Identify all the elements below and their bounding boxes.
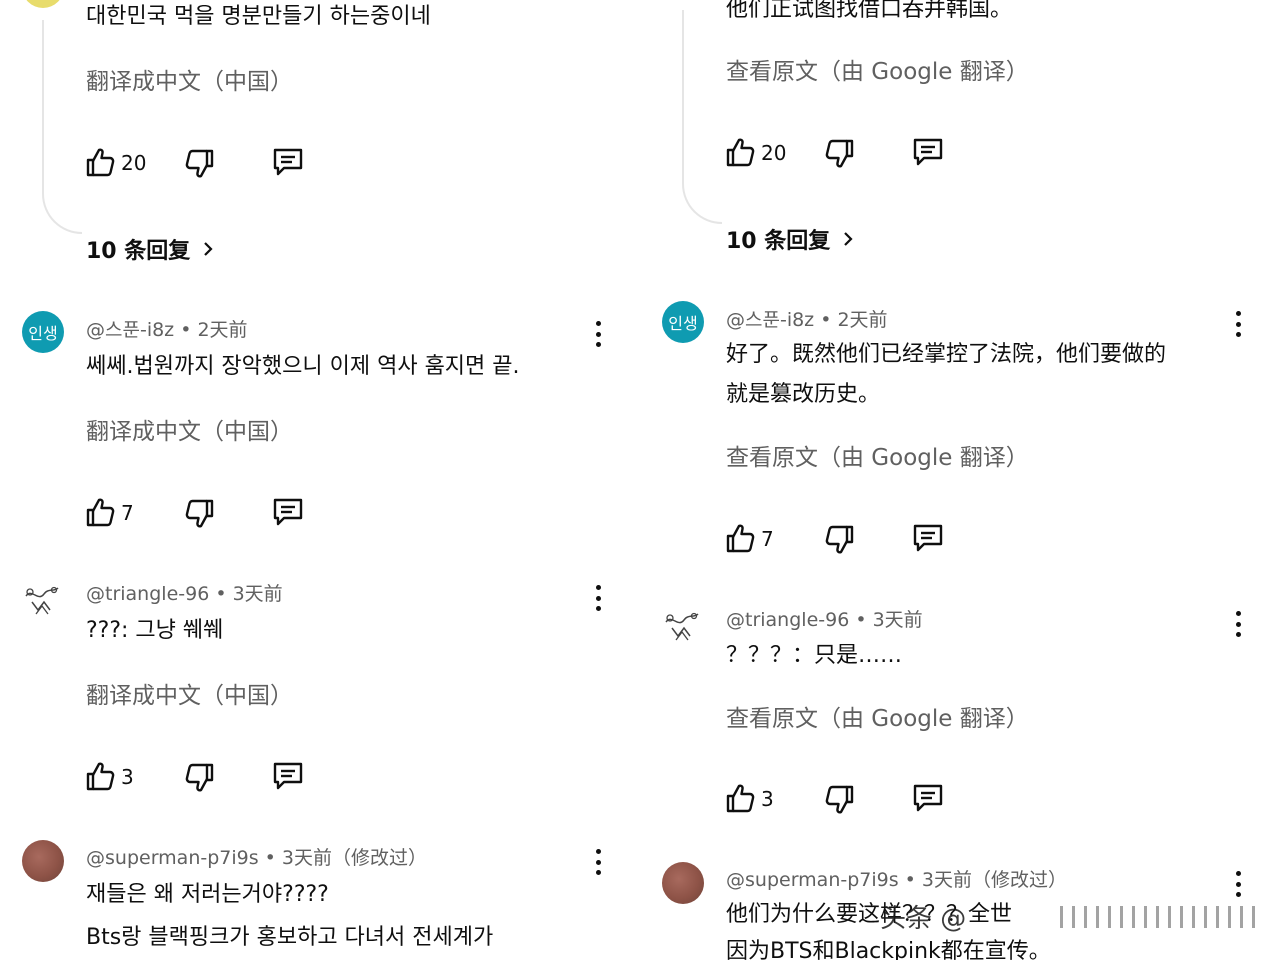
avatar-label: 인생 — [28, 324, 58, 343]
comment-text: 他们正试图找借口吞并韩国。 — [726, 0, 1013, 22]
more-options-icon[interactable] — [1234, 311, 1242, 337]
avatar-label: 인생 — [668, 314, 698, 333]
replies-label: 10 条回复 — [86, 239, 191, 264]
comment-text: 他们为什么要这样？？？全世 — [726, 902, 1013, 927]
reply-icon[interactable] — [912, 782, 944, 814]
avatar[interactable] — [662, 862, 704, 904]
view-replies-button[interactable]: 10 条回复 — [86, 233, 216, 265]
more-options-icon[interactable] — [594, 321, 602, 347]
dislike-icon[interactable] — [184, 762, 216, 794]
view-replies-button[interactable]: 10 条回复 — [726, 223, 856, 255]
comment-author-meta[interactable]: @triangle-96 • 3天前 — [86, 579, 283, 606]
like-icon[interactable] — [724, 782, 756, 814]
dislike-icon[interactable] — [824, 138, 856, 170]
avatar[interactable] — [660, 602, 704, 646]
right-comment-column: 他们正试图找借口吞并韩国。 查看原文（由 Google 翻译） 20 10 条回… — [640, 0, 1280, 960]
more-options-icon[interactable] — [594, 849, 602, 875]
like-count: 3 — [121, 765, 134, 789]
watermark-bars — [1060, 906, 1260, 928]
reply-icon[interactable] — [912, 136, 944, 168]
thread-connector — [682, 10, 722, 224]
avatar[interactable]: 인생 — [662, 301, 704, 343]
comment-text: 好了。既然他们已经掌控了法院，他们要做的 — [726, 342, 1167, 367]
like-icon[interactable] — [84, 496, 116, 528]
avatar[interactable] — [22, 0, 64, 8]
translate-link[interactable]: 翻译成中文（中国） — [86, 676, 293, 710]
comment-text: 대한민국 먹을 명분만들기 하는중이네 — [86, 4, 431, 29]
comment-text: ???: 그냥 쒜쒜 — [86, 618, 224, 643]
avatar[interactable] — [20, 576, 64, 620]
like-count: 20 — [121, 151, 147, 175]
like-count: 3 — [761, 787, 774, 811]
comment-author-meta[interactable]: @스푼-i8z • 2天前 — [726, 305, 888, 332]
comment-text: 因为BTS和Blackpink都在宣传。 — [726, 939, 1051, 960]
chevron-right-icon — [840, 231, 856, 247]
translate-link[interactable]: 翻译成中文（中国） — [86, 412, 293, 446]
more-options-icon[interactable] — [1234, 871, 1242, 897]
dislike-icon[interactable] — [824, 784, 856, 816]
thread-connector — [42, 20, 82, 234]
avatar[interactable]: 인생 — [22, 311, 64, 353]
chevron-right-icon — [200, 241, 216, 257]
comment-author-meta[interactable]: @triangle-96 • 3天前 — [726, 605, 923, 632]
like-icon[interactable] — [84, 760, 116, 792]
like-icon[interactable] — [724, 136, 756, 168]
reply-icon[interactable] — [272, 496, 304, 528]
watermark-text: 头条 @ — [880, 904, 967, 934]
like-count: 20 — [761, 141, 787, 165]
comment-author-meta[interactable]: @스푼-i8z • 2天前 — [86, 315, 248, 342]
dislike-icon[interactable] — [184, 148, 216, 180]
left-comment-column: 대한민국 먹을 명분만들기 하는중이네 翻译成中文（中国） 20 10 条回复 … — [0, 0, 640, 960]
dislike-icon[interactable] — [184, 498, 216, 530]
like-icon[interactable] — [724, 522, 756, 554]
translate-link[interactable]: 查看原文（由 Google 翻译） — [726, 699, 1029, 733]
reply-icon[interactable] — [272, 146, 304, 178]
like-count: 7 — [121, 501, 134, 525]
translate-link[interactable]: 翻译成中文（中国） — [86, 62, 293, 96]
like-icon[interactable] — [84, 146, 116, 178]
like-count: 7 — [761, 527, 774, 551]
comment-text: ？？？：只是…… — [726, 643, 903, 668]
comment-text: 재들은 왜 저러는거야???? — [86, 882, 329, 907]
comment-text: 쎄쎄.법원까지 장악했으니 이제 역사 훔지면 끝. — [86, 354, 520, 379]
reply-icon[interactable] — [912, 522, 944, 554]
comment-text: Bts랑 블랙핑크가 홍보하고 다녀서 전세계가 — [86, 925, 494, 950]
avatar[interactable] — [22, 840, 64, 882]
translate-link[interactable]: 查看原文（由 Google 翻译） — [726, 438, 1029, 472]
translate-link[interactable]: 查看原文（由 Google 翻译） — [726, 52, 1029, 86]
comment-author-meta[interactable]: @superman-p7i9s • 3天前（修改过） — [86, 843, 427, 870]
replies-label: 10 条回复 — [726, 229, 831, 254]
reply-icon[interactable] — [272, 760, 304, 792]
dislike-icon[interactable] — [824, 524, 856, 556]
comment-text: 就是篡改历史。 — [726, 382, 881, 407]
more-options-icon[interactable] — [594, 585, 602, 611]
comment-author-meta[interactable]: @superman-p7i9s • 3天前（修改过） — [726, 865, 1067, 892]
more-options-icon[interactable] — [1234, 611, 1242, 637]
